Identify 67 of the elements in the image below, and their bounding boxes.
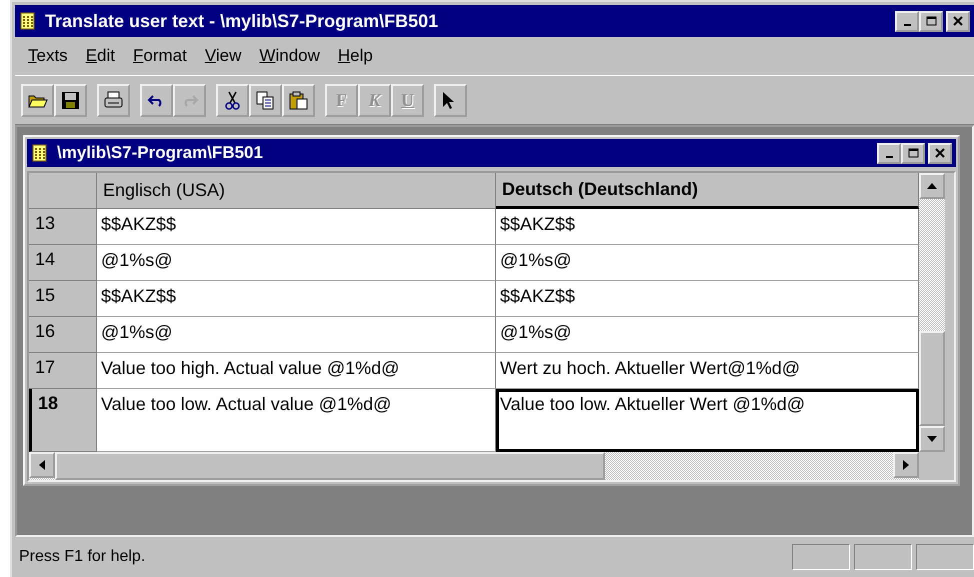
menu-item[interactable]: Edit [76, 46, 124, 66]
menu-item[interactable]: Window [250, 46, 329, 66]
toolbar-button[interactable] [54, 84, 87, 116]
close-button[interactable] [928, 142, 952, 164]
row-number[interactable]: 14 [29, 245, 97, 281]
arrow-down-icon [927, 436, 937, 442]
table-cell[interactable]: $$AKZ$$ [97, 281, 496, 317]
toolbar-button[interactable] [249, 84, 282, 116]
table-cell[interactable]: $$AKZ$$ [496, 209, 919, 245]
status-pane [792, 544, 850, 570]
table-cell[interactable]: @1%s@ [97, 245, 496, 281]
horizontal-scrollbar[interactable] [29, 452, 919, 480]
table-cell[interactable]: @1%s@ [97, 317, 496, 353]
column-header[interactable]: Deutsch (Deutschland) [496, 173, 919, 209]
printer-icon [103, 90, 124, 110]
toolbar-button[interactable] [97, 84, 130, 116]
arrow-left-icon [39, 460, 45, 470]
table-cell[interactable]: @1%s@ [496, 245, 919, 281]
menu-item[interactable]: Texts [19, 46, 77, 66]
table-cell[interactable]: $$AKZ$$ [97, 209, 496, 245]
column-header[interactable]: Englisch (USA) [97, 173, 496, 209]
toolbar-button[interactable] [21, 84, 54, 116]
row-number[interactable]: 17 [29, 353, 97, 389]
toolbar-button[interactable] [282, 84, 315, 116]
maximize-button[interactable] [919, 10, 943, 32]
minimize-button[interactable] [895, 10, 919, 32]
scroll-right-button[interactable] [893, 452, 919, 478]
row-number[interactable]: 16 [29, 317, 97, 353]
close-icon [935, 148, 945, 158]
scroll-thumb[interactable] [55, 452, 605, 480]
arrow-right-icon [903, 460, 909, 470]
table-cell[interactable]: $$AKZ$$ [496, 281, 919, 317]
scroll-down-button[interactable] [919, 426, 945, 452]
toolbar-button[interactable] [140, 84, 173, 116]
scroll-thumb[interactable] [919, 331, 945, 426]
minimize-icon [886, 156, 892, 158]
status-pane [854, 544, 912, 570]
table-cell[interactable]: Value too low. Aktueller Wert @1%d@ [496, 389, 919, 452]
row-number[interactable]: 18 [29, 389, 97, 452]
close-icon [953, 16, 963, 26]
row-number[interactable]: 15 [29, 281, 97, 317]
maximize-icon [908, 148, 918, 158]
toolbar-button[interactable] [216, 84, 249, 116]
maximize-icon [926, 16, 936, 26]
close-button[interactable] [946, 10, 970, 32]
menu-item[interactable]: Help [328, 46, 382, 66]
window-title: Translate user text - \mylib\S7-Program\FB501 [45, 10, 440, 32]
table-cell[interactable]: Value too high. Actual value @1%d@ [97, 353, 496, 389]
vertical-scrollbar[interactable] [919, 173, 945, 452]
table-cell[interactable]: @1%s@ [496, 317, 919, 353]
minimize-icon [904, 24, 910, 26]
table-cell[interactable]: Wert zu hoch. Aktueller Wert@1%d@ [496, 353, 919, 389]
toolbar-button[interactable] [434, 84, 467, 116]
copy-icon [255, 90, 276, 110]
table-cell[interactable]: Value too low. Actual value @1%d@ [97, 389, 496, 452]
clipboard-icon [288, 90, 309, 110]
minimize-button[interactable] [877, 142, 901, 164]
row-number[interactable]: 13 [29, 209, 97, 245]
status-pane [916, 544, 974, 570]
maximize-button[interactable] [901, 142, 925, 164]
menu-item[interactable]: View [196, 46, 250, 66]
menu-item[interactable]: Format [124, 46, 196, 66]
status-text: Press F1 for help. [19, 548, 146, 566]
scroll-left-button[interactable] [29, 452, 55, 478]
document-title: \mylib\S7-Program\FB501 [57, 143, 264, 163]
scroll-up-button[interactable] [919, 173, 945, 199]
arrow-up-icon [927, 183, 937, 189]
